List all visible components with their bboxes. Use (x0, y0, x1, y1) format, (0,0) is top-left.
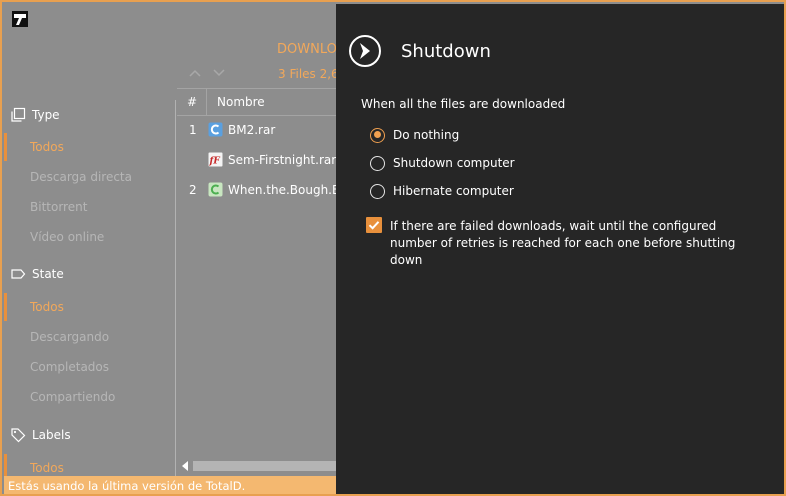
file-name: Sem-Firstnight.rar (228, 153, 337, 167)
file-name: BM2.rar (228, 123, 276, 137)
tags-icon (11, 428, 26, 443)
sidebar-item-labels-all[interactable]: Todos (4, 453, 175, 476)
chevron-down-icon[interactable] (212, 68, 226, 78)
radio-hibernate-computer[interactable]: Hibernate computer (370, 180, 514, 202)
sidebar-item-label: Todos (30, 461, 64, 475)
cloud-file-icon (208, 122, 223, 137)
wait-retries-checkbox[interactable] (366, 217, 382, 233)
column-header-name[interactable]: Nombre (217, 95, 265, 109)
radio-button[interactable] (370, 127, 385, 143)
back-arrow-icon[interactable] (348, 34, 382, 68)
radio-do-nothing[interactable]: Do nothing (370, 124, 459, 146)
sidebar-item-state-all[interactable]: Todos (4, 292, 175, 322)
status-text: Estás usando la última versión de TotalD… (8, 479, 246, 493)
svg-text:fF: fF (209, 157, 221, 167)
sidebar-item-bittorrent[interactable]: Bittorrent (4, 192, 175, 222)
green-file-icon (208, 182, 223, 197)
table-header: # Nombre (177, 88, 337, 116)
radio-button[interactable] (370, 155, 385, 171)
panel-subtitle: When all the files are downloaded (361, 97, 566, 111)
sidebar-item-label: Descarga directa (30, 170, 132, 184)
table-row[interactable]: 1 BM2.rar (177, 117, 337, 143)
file-name: When.the.Bough.Breaks (228, 183, 337, 197)
sidebar-item-label: Descargando (30, 330, 110, 344)
horizontal-scrollbar[interactable] (177, 458, 337, 474)
radio-button[interactable] (370, 183, 385, 199)
app-logo-icon[interactable] (11, 10, 29, 28)
column-divider[interactable] (206, 89, 207, 115)
sidebar-header-label: Type (32, 108, 60, 122)
files-summary: 3 Files 2,6 (278, 67, 339, 81)
sidebar-header-label: State (32, 267, 64, 281)
sidebar-item-label: Vídeo online (30, 230, 105, 244)
chevron-up-icon[interactable] (188, 68, 202, 78)
row-number: 2 (189, 183, 197, 197)
radio-label: Shutdown computer (393, 156, 515, 170)
sidebar: Type Todos Descarga directa Bittorrent V… (4, 100, 176, 476)
sidebar-header-type[interactable]: Type (10, 104, 60, 126)
sidebar-item-sharing[interactable]: Compartiendo (4, 382, 175, 412)
app-window: Type Todos Descarga directa Bittorrent V… (0, 0, 786, 496)
copy-icon (11, 107, 26, 122)
sidebar-item-downloading[interactable]: Descargando (4, 322, 175, 352)
sidebar-item-type-all[interactable]: Todos (4, 132, 175, 162)
table-row[interactable]: 2 When.the.Bough.Breaks (177, 177, 337, 203)
sidebar-header-state[interactable]: State (10, 263, 64, 285)
table-row[interactable]: fF Sem-Firstnight.rar (177, 147, 337, 173)
sidebar-item-label: Bittorrent (30, 200, 88, 214)
panel-title: Shutdown (401, 41, 491, 62)
fileserve-icon: fF (208, 152, 223, 167)
sidebar-item-direct-download[interactable]: Descarga directa (4, 162, 175, 192)
radio-label: Do nothing (393, 128, 460, 142)
sidebar-item-label: Compartiendo (30, 390, 116, 404)
shutdown-panel: Shutdown When all the files are download… (336, 4, 784, 494)
tag-outline-icon (11, 269, 26, 279)
scroll-left-icon[interactable] (181, 461, 189, 471)
sidebar-item-label: Todos (30, 140, 64, 154)
radio-label: Hibernate computer (393, 184, 514, 198)
sidebar-item-completed[interactable]: Completados (4, 352, 175, 382)
sidebar-top-area (4, 32, 176, 102)
sidebar-header-labels[interactable]: Labels (10, 424, 71, 446)
checkmark-icon (368, 221, 380, 230)
column-header-number[interactable]: # (187, 95, 197, 109)
sidebar-item-label: Todos (30, 300, 64, 314)
scrollbar-thumb[interactable] (193, 461, 337, 471)
wait-retries-label[interactable]: If there are failed downloads, wait unti… (390, 218, 760, 269)
radio-shutdown-computer[interactable]: Shutdown computer (370, 152, 515, 174)
status-bar: Estás usando la última versión de TotalD… (4, 476, 336, 494)
sidebar-header-label: Labels (32, 428, 71, 442)
sidebar-item-label: Completados (30, 360, 110, 374)
sidebar-item-online-video[interactable]: Vídeo online (4, 222, 175, 252)
row-number: 1 (189, 123, 197, 137)
